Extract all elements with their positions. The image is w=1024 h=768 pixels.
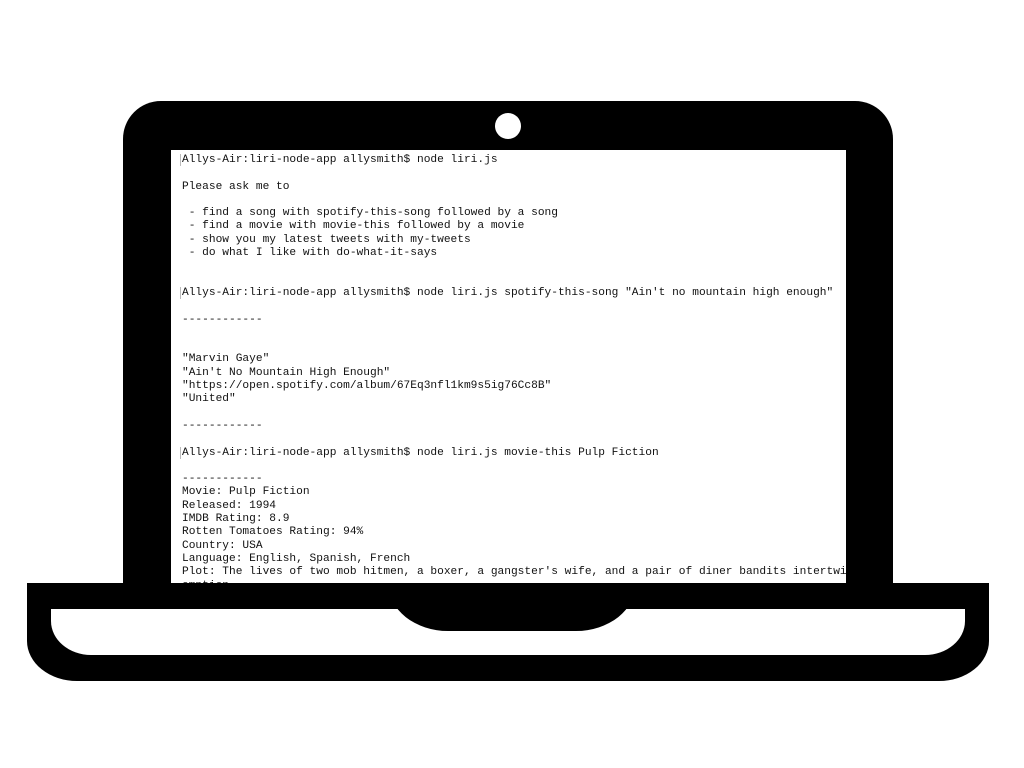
terminal-line: Movie: Pulp Fiction	[182, 486, 310, 499]
terminal-line: Plot: The lives of two mob hitmen, a box…	[182, 566, 846, 579]
terminal-prompt-line: Allys-Air:liri-node-app allysmith$ node …	[180, 286, 846, 300]
terminal-line: Language: English, Spanish, French	[182, 552, 411, 565]
webcam-icon	[495, 113, 521, 139]
terminal-line: ------------	[182, 473, 263, 486]
terminal-line: "https://open.spotify.com/album/67Eq3nfl…	[182, 380, 552, 393]
terminal-line: "Marvin Gaye"	[182, 353, 270, 366]
terminal-line: - find a movie with movie-this followed …	[182, 220, 525, 233]
terminal-line: ------------	[182, 419, 263, 432]
terminal-output: Allys-Air:liri-node-app allysmith$ node …	[180, 154, 846, 583]
terminal-window[interactable]: Allys-Air:liri-node-app allysmith$ node …	[171, 150, 846, 583]
terminal-line: - show you my latest tweets with my-twee…	[182, 233, 471, 246]
terminal-line: Country: USA	[182, 539, 263, 552]
terminal-line: "United"	[182, 393, 236, 406]
terminal-line: IMDB Rating: 8.9	[182, 513, 290, 526]
terminal-line: ------------	[182, 313, 263, 326]
laptop-notch	[388, 583, 636, 631]
terminal-prompt-line: Allys-Air:liri-node-app allysmith$ node …	[180, 154, 846, 167]
terminal-line: - do what I like with do-what-it-says	[182, 247, 438, 260]
terminal-prompt-line: Allys-Air:liri-node-app allysmith$ node …	[180, 446, 846, 460]
terminal-line: "Ain't No Mountain High Enough"	[182, 366, 391, 379]
terminal-line: - find a song with spotify-this-song fol…	[182, 207, 558, 220]
terminal-line: Released: 1994	[182, 499, 276, 512]
terminal-line: Please ask me to	[182, 180, 290, 193]
terminal-line: Rotten Tomatoes Rating: 94%	[182, 526, 364, 539]
